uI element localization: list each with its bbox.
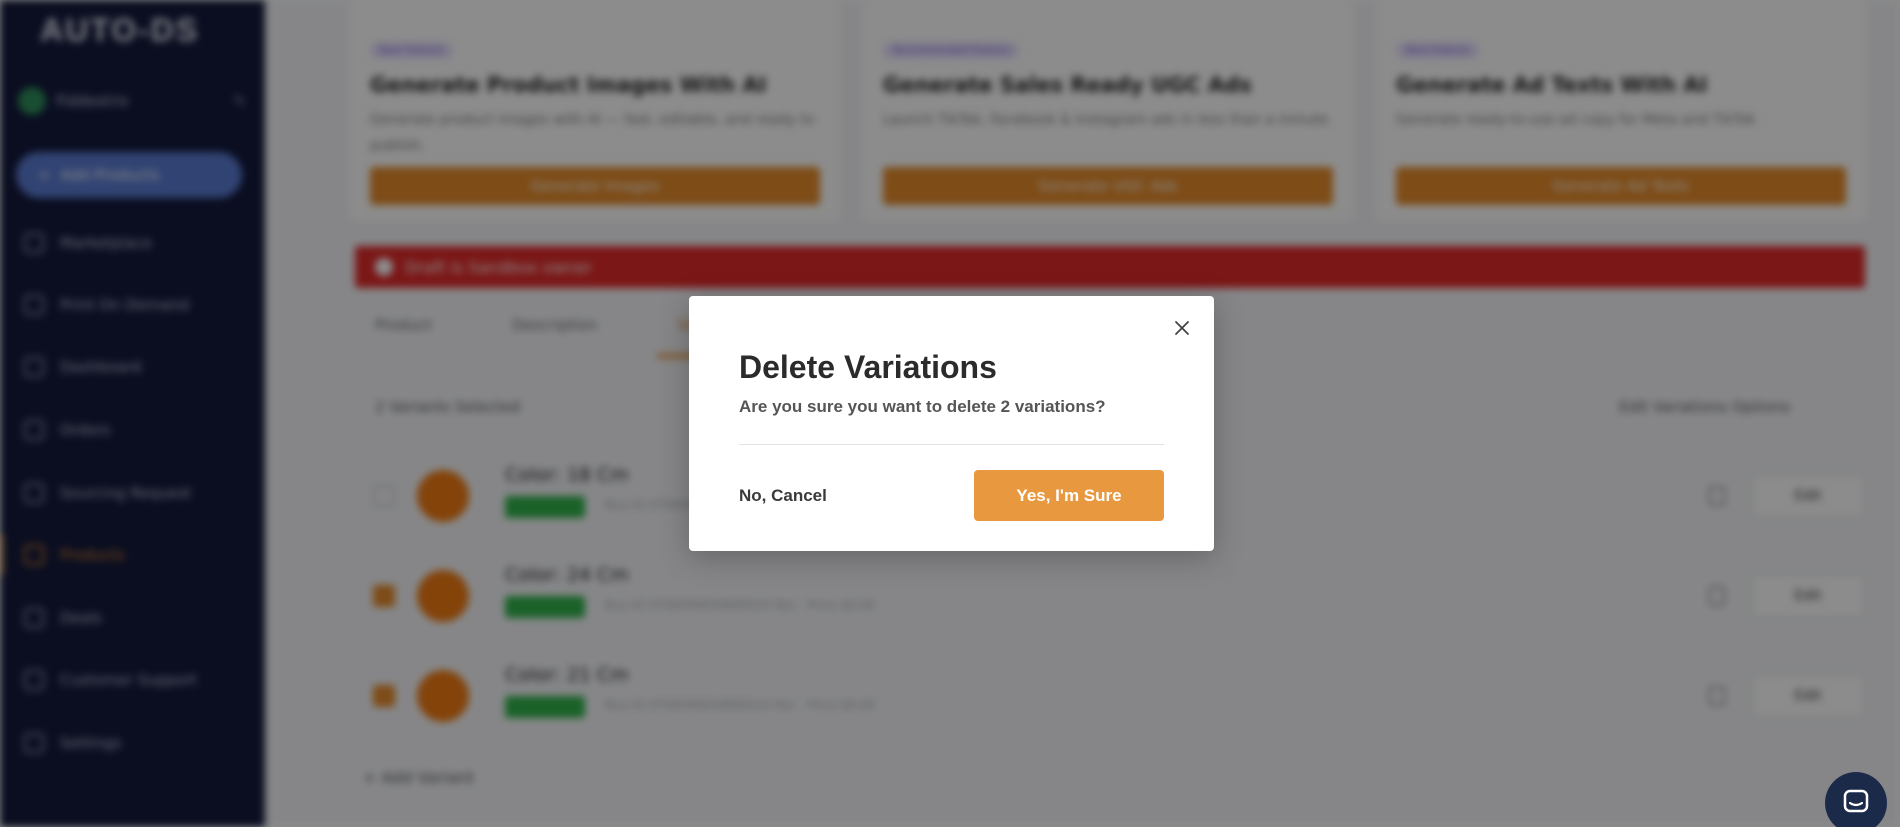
close-icon[interactable]	[1170, 316, 1194, 340]
cancel-button[interactable]: No, Cancel	[739, 486, 827, 506]
chat-launcher-button[interactable]	[1825, 772, 1887, 827]
dialog-title: Delete Variations	[739, 349, 997, 385]
dialog-message: Are you sure you want to delete 2 variat…	[739, 397, 1106, 416]
confirm-delete-button[interactable]: Yes, I'm Sure	[974, 470, 1164, 521]
divider	[739, 444, 1164, 445]
delete-variations-dialog: Delete Variations Are you sure you want …	[689, 296, 1214, 551]
chat-icon	[1841, 786, 1871, 820]
